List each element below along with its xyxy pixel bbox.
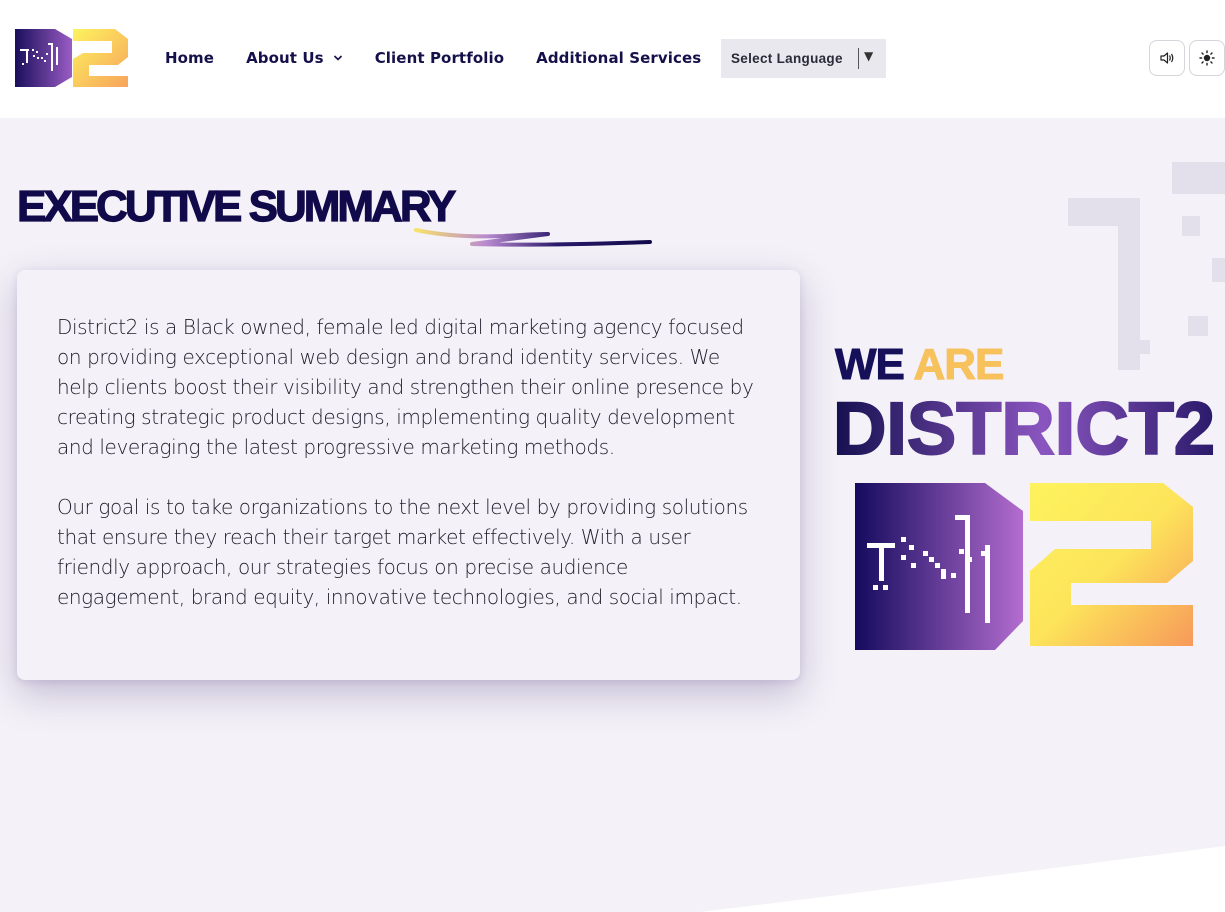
site-header: Home About Us Client Portfolio Additiona… bbox=[0, 0, 1225, 118]
summary-paragraph-2: Our goal is to take organizations to the… bbox=[57, 495, 748, 609]
hero-section: EXECUTIVE SUMMARY District2 is a Black o… bbox=[0, 118, 1225, 912]
sun-icon bbox=[1199, 50, 1215, 66]
nav-additional-services[interactable]: Additional Services bbox=[536, 49, 701, 67]
language-select-label: Select Language bbox=[731, 51, 843, 66]
main-nav: Home About Us Client Portfolio Additiona… bbox=[165, 46, 733, 70]
nav-home-label: Home bbox=[165, 49, 215, 67]
language-select-divider bbox=[858, 48, 859, 69]
decorative-pixel-art bbox=[1068, 162, 1225, 370]
nav-about-us[interactable]: About Us bbox=[246, 49, 343, 67]
nav-client-portfolio[interactable]: Client Portfolio bbox=[375, 49, 504, 67]
district2-logo[interactable] bbox=[15, 29, 128, 87]
we-are-word-1: WE bbox=[835, 340, 906, 390]
nav-client-portfolio-label: Client Portfolio bbox=[374, 49, 505, 67]
summary-card: District2 is a Black owned, female led d… bbox=[17, 270, 800, 680]
district2-large-logo bbox=[855, 483, 1193, 650]
we-are-word-2: ARE bbox=[913, 340, 1005, 390]
title-underline-swoosh bbox=[414, 228, 652, 247]
theme-toggle-button[interactable] bbox=[1189, 40, 1225, 76]
nav-about-us-label: About Us bbox=[246, 49, 324, 67]
dropdown-arrow-icon: ▼ bbox=[864, 49, 874, 63]
speaker-icon bbox=[1160, 52, 1174, 64]
nav-additional-services-label: Additional Services bbox=[536, 49, 702, 67]
sound-toggle-button[interactable] bbox=[1149, 40, 1185, 76]
district2-wordmark: DISTRICT2 bbox=[833, 392, 1216, 464]
bottom-wave bbox=[700, 846, 1225, 912]
district2-wordmark-text: DISTRICT2 bbox=[833, 392, 1215, 464]
language-select[interactable]: Select Language ▼ bbox=[721, 39, 886, 78]
summary-paragraph-1: District2 is a Black owned, female led d… bbox=[57, 315, 754, 459]
page-title: EXECUTIVE SUMMARY bbox=[16, 181, 457, 231]
nav-home[interactable]: Home bbox=[165, 49, 214, 67]
we-are-heading: WE ARE bbox=[835, 340, 1005, 390]
chevron-down-icon bbox=[333, 55, 342, 61]
